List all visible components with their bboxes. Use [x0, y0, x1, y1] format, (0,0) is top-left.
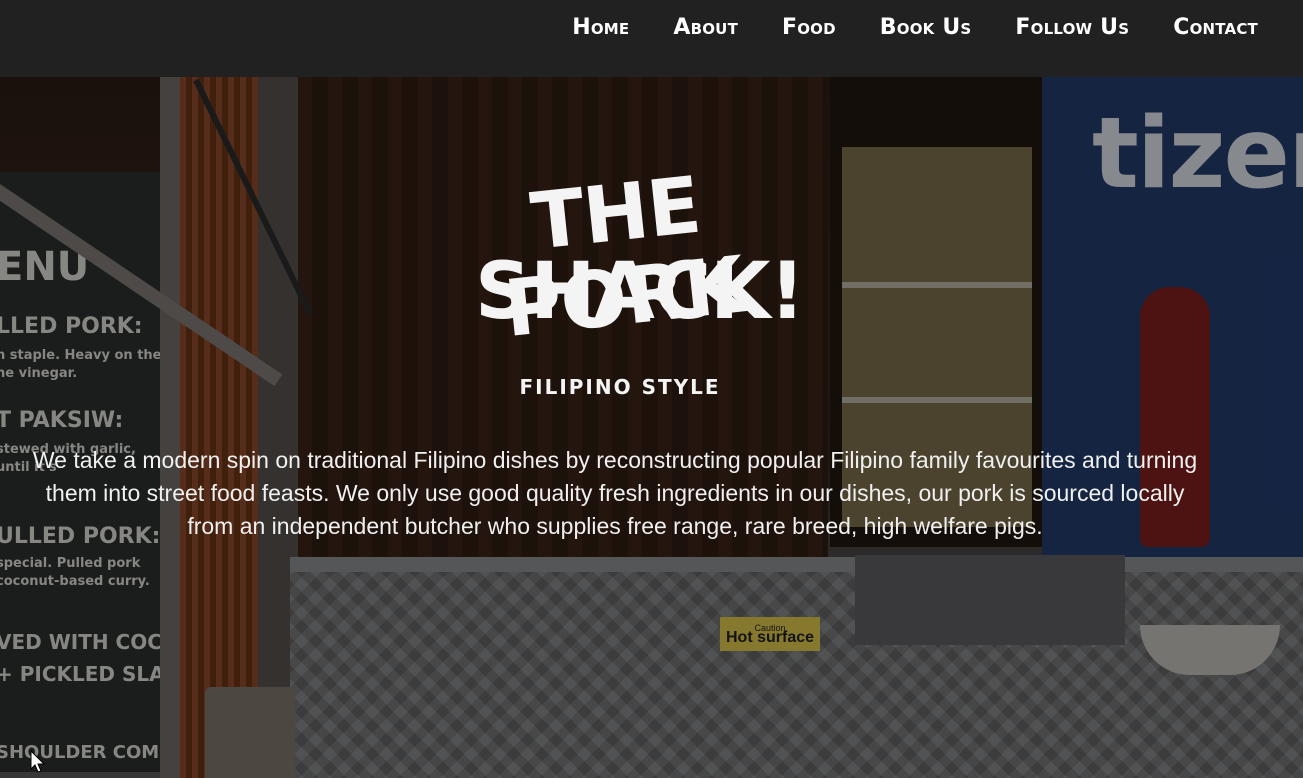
- nav-contact-link[interactable]: Contact: [1151, 14, 1258, 42]
- main-nav: Home About Food Book Us Follow Us Contac…: [550, 14, 1258, 42]
- logo-tagline: FILIPINO STYLE: [519, 375, 721, 399]
- logo-line-shack: SHACK!: [475, 247, 805, 337]
- pork-shack-logo: THE PORK SHACK! FILIPINO STYLE: [430, 161, 810, 412]
- nav-follow-us-link[interactable]: Follow Us: [993, 14, 1151, 42]
- hero-section: ENU LLED PORK: n staple. Heavy on the ne…: [0, 77, 1303, 778]
- hero-description: We take a modern spin on traditional Fil…: [32, 447, 1198, 539]
- nav-book-us-link[interactable]: Book Us: [858, 14, 994, 42]
- nav-food-link[interactable]: Food: [760, 14, 858, 42]
- nav-home-link[interactable]: Home: [550, 14, 651, 42]
- top-navbar: Home About Food Book Us Follow Us Contac…: [0, 0, 1303, 77]
- mouse-cursor-icon: [30, 750, 46, 773]
- nav-about-link[interactable]: About: [651, 14, 760, 42]
